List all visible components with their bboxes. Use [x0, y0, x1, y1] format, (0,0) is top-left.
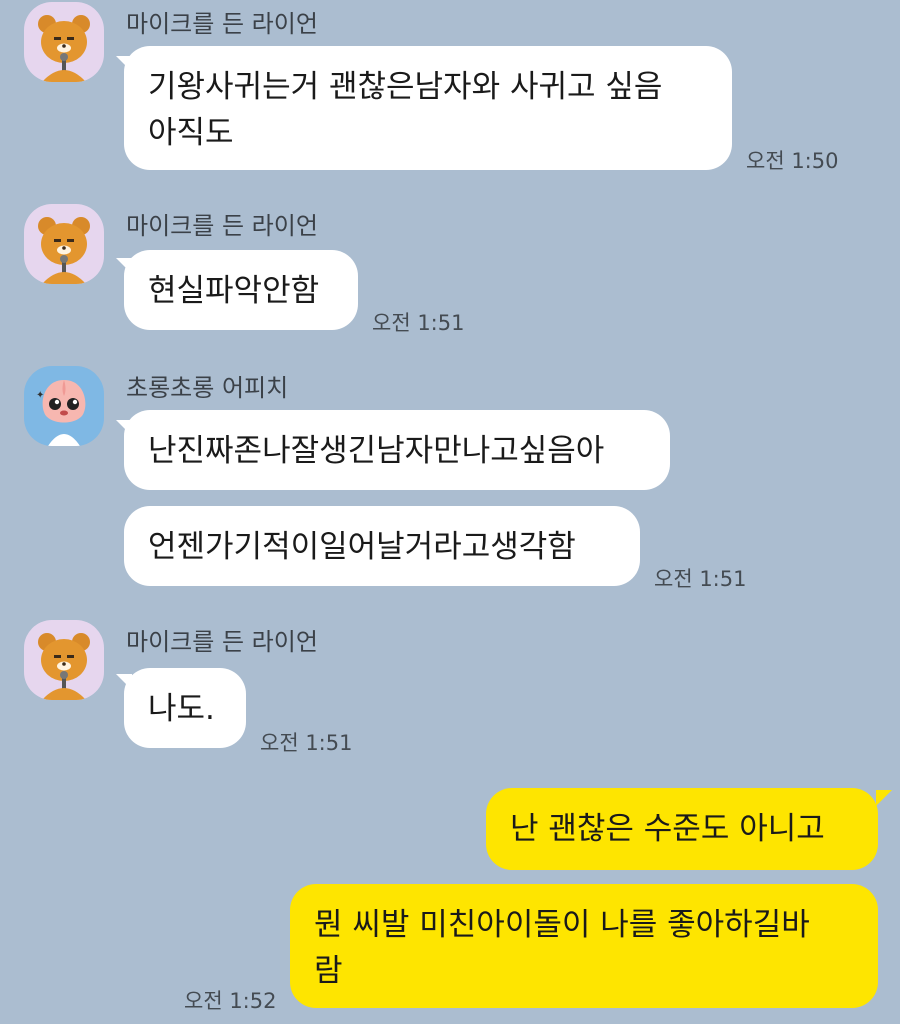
ryan-microphone-icon	[24, 204, 104, 284]
message-line: 현실파악안함	[148, 273, 320, 309]
message-bubble[interactable]: 나도.	[124, 668, 246, 748]
message-time: 오전 1:52	[184, 989, 277, 1013]
sender-name: 마이크를 든 라이언	[126, 212, 318, 240]
apeach-icon: ✦	[24, 366, 104, 446]
chat-room[interactable]: 마이크를 든 라이언 기왕사귀는거 괜찮은남자와 사귀고 싶음 아직도 오전 1…	[0, 0, 900, 1024]
message-line: 뭔 씨발 미친아이돌이 나를 좋아하길바	[314, 907, 810, 943]
message-line: 아직도	[148, 115, 234, 151]
ryan-microphone-icon	[24, 620, 104, 700]
message-line: 난진짜존나잘생긴남자만나고싶음아	[148, 433, 605, 469]
ryan-avatar[interactable]	[24, 2, 104, 82]
message-line: 기왕사귀는거 괜찮은남자와 사귀고 싶음	[148, 69, 663, 105]
my-message-bubble[interactable]: 난 괜찮은 수준도 아니고	[486, 788, 878, 870]
sender-name: 마이크를 든 라이언	[126, 10, 318, 38]
message-time: 오전 1:51	[654, 567, 747, 591]
ryan-avatar[interactable]	[24, 204, 104, 284]
message-line: 난 괜찮은 수준도 아니고	[510, 811, 825, 847]
message-time: 오전 1:51	[372, 311, 465, 335]
message-line: 나도.	[148, 691, 215, 727]
message-time: 오전 1:50	[746, 149, 839, 173]
svg-text:✦: ✦	[36, 390, 44, 401]
message-line: 람	[314, 953, 343, 989]
ryan-microphone-icon	[24, 2, 104, 82]
message-bubble[interactable]: 언젠가기적이일어날거라고생각함	[124, 506, 640, 586]
message-line: 언젠가기적이일어날거라고생각함	[148, 529, 576, 565]
message-bubble[interactable]: 현실파악안함	[124, 250, 358, 330]
ryan-avatar[interactable]	[24, 620, 104, 700]
apeach-avatar[interactable]: ✦	[24, 366, 104, 446]
message-bubble[interactable]: 난진짜존나잘생긴남자만나고싶음아	[124, 410, 670, 490]
message-bubble[interactable]: 기왕사귀는거 괜찮은남자와 사귀고 싶음 아직도	[124, 46, 732, 170]
bubble-tail	[876, 790, 892, 806]
sender-name: 초롱초롱 어피치	[126, 374, 289, 402]
my-message-bubble[interactable]: 뭔 씨발 미친아이돌이 나를 좋아하길바 람	[290, 884, 878, 1008]
message-time: 오전 1:51	[260, 731, 353, 755]
sender-name: 마이크를 든 라이언	[126, 628, 318, 656]
